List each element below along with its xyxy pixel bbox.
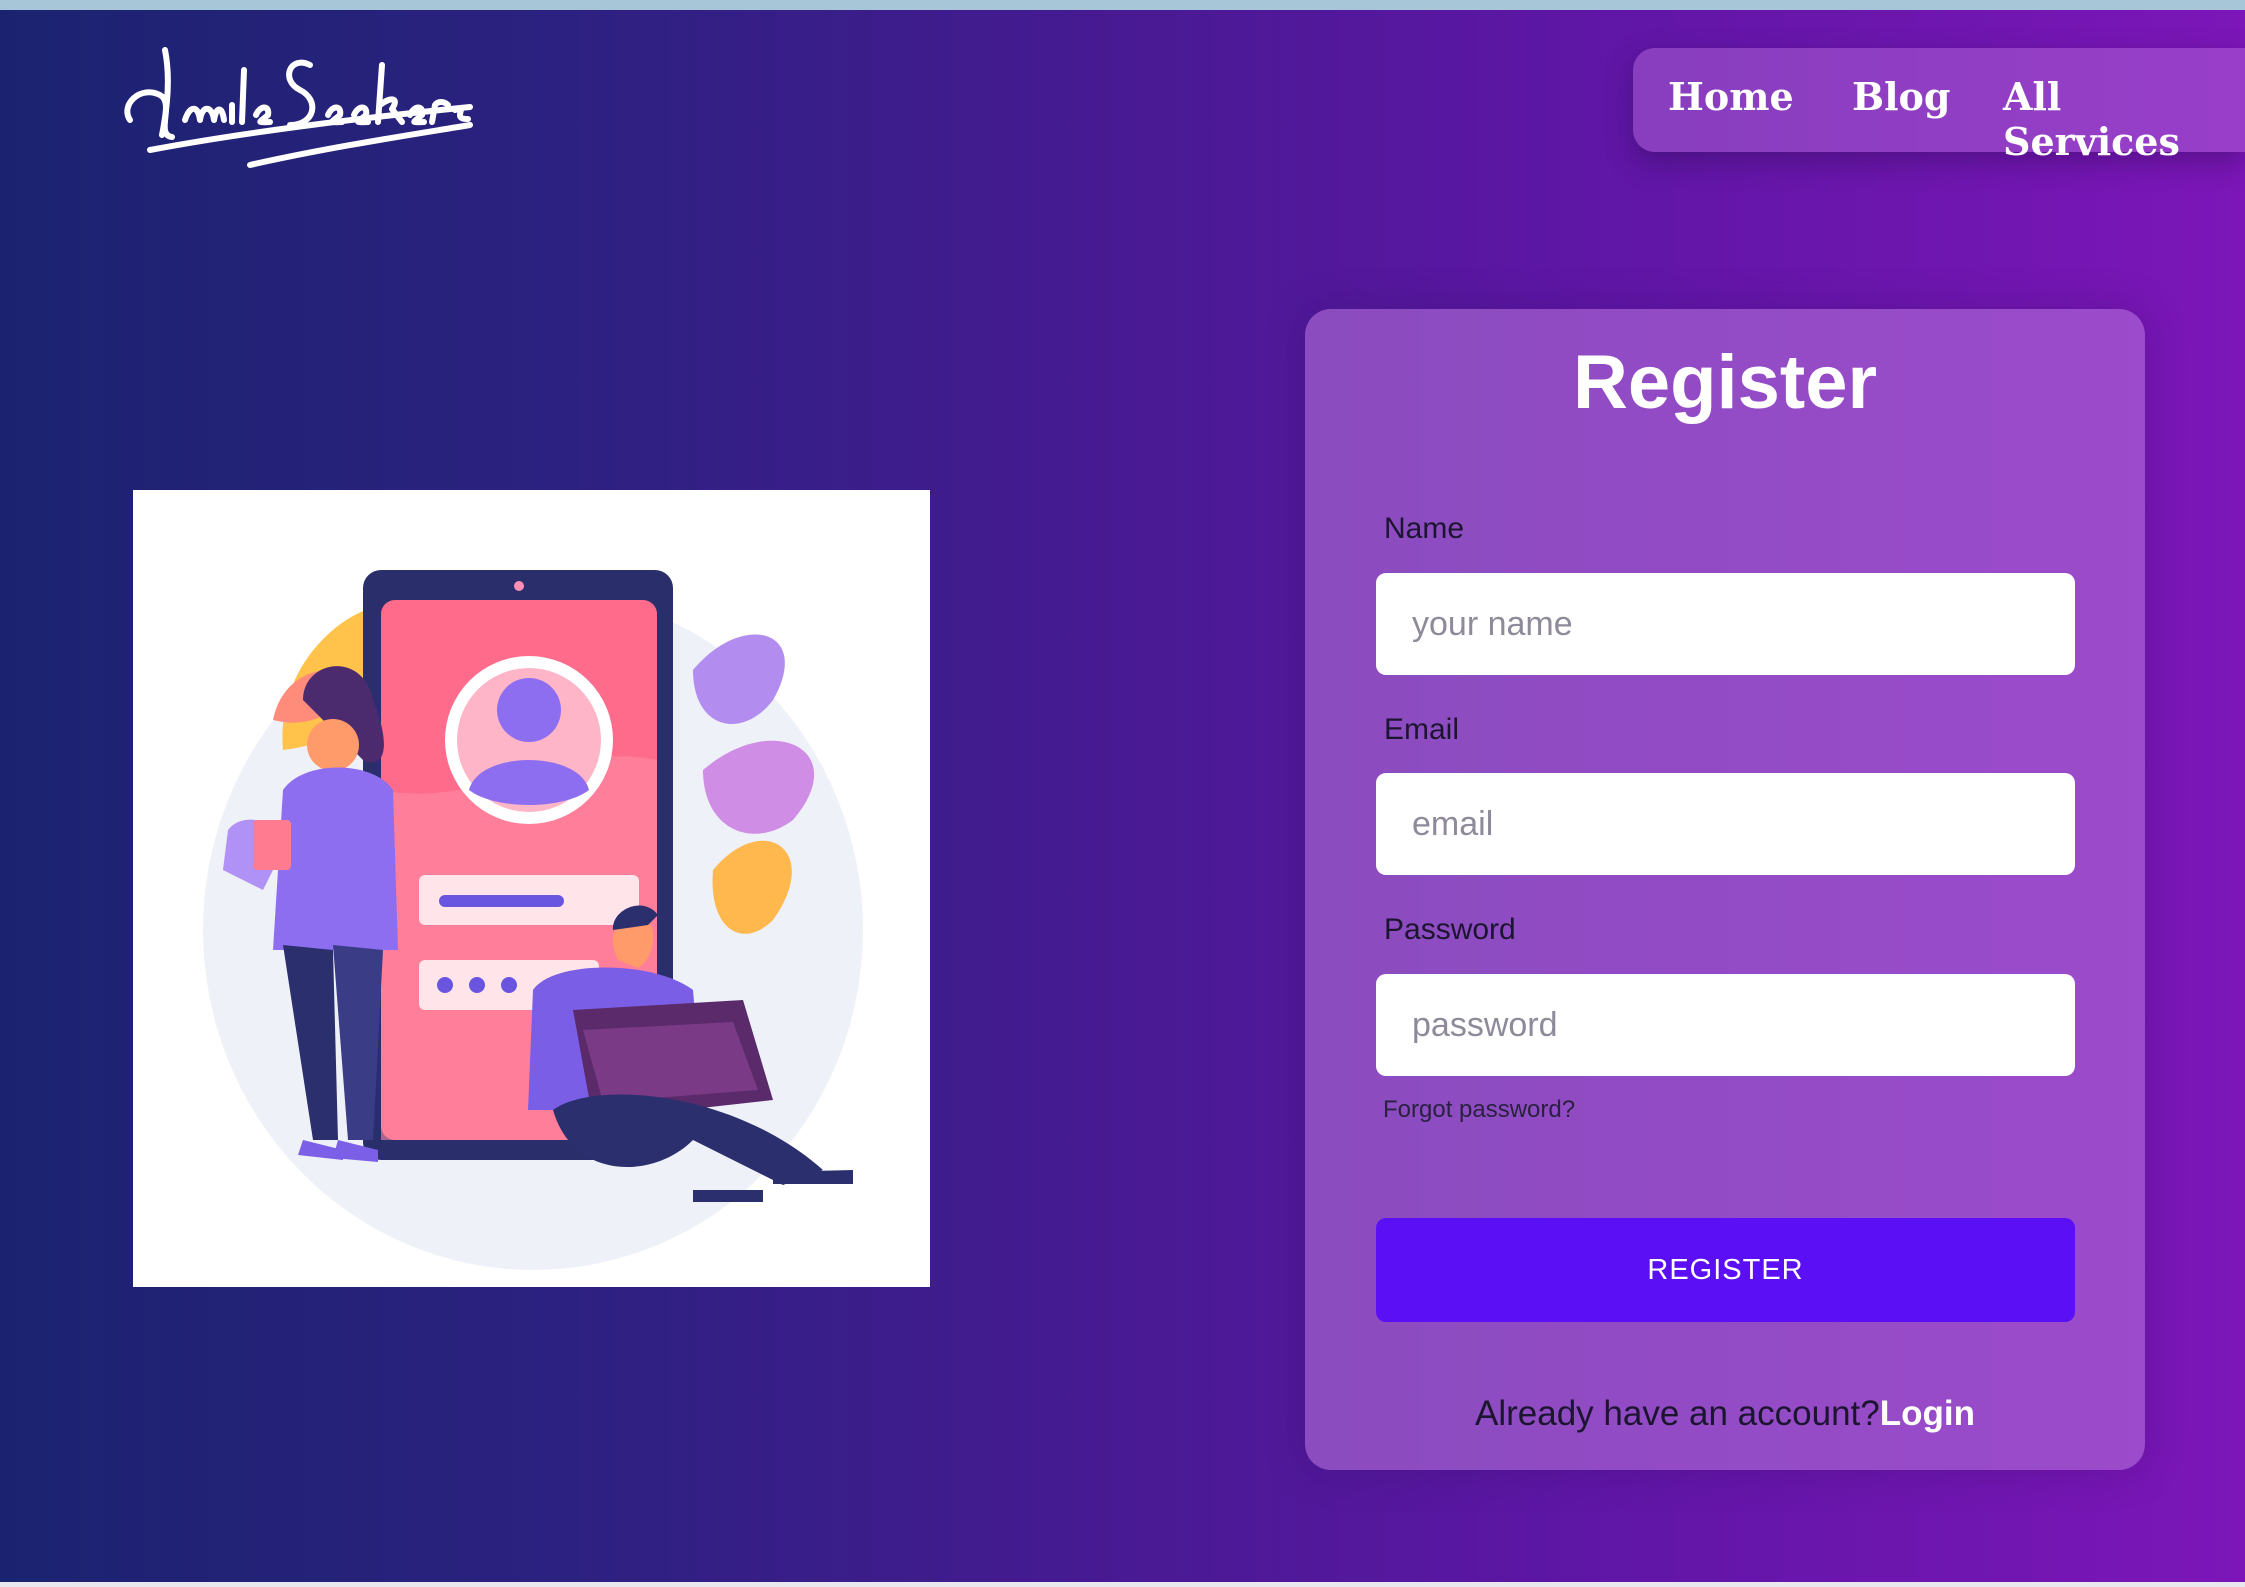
register-button[interactable]: REGISTER — [1376, 1218, 2075, 1322]
window-top-border — [0, 0, 2245, 10]
login-prompt-text: Already have an account? — [1475, 1394, 1880, 1433]
window-bottom-border — [0, 1582, 2245, 1587]
register-card: Register Name Email Password Forgot pass… — [1305, 309, 2145, 1470]
phone-login-illustration-icon — [203, 570, 863, 1270]
forgot-password-link[interactable]: Forgot password? — [1383, 1096, 1575, 1124]
password-label: Password — [1384, 913, 1516, 946]
site-logo[interactable] — [110, 25, 510, 185]
nav-blog-link[interactable]: Blog — [1852, 74, 1950, 119]
main-nav: Home Blog All Services — [1633, 48, 2245, 164]
password-input[interactable] — [1376, 974, 2075, 1076]
name-input[interactable] — [1376, 573, 2075, 675]
nav-all-services-link[interactable]: All Services — [2003, 74, 2245, 164]
name-label: Name — [1384, 512, 1465, 545]
nav-home-link[interactable]: Home — [1668, 74, 1794, 119]
register-illustration — [133, 490, 930, 1287]
login-prompt: Already have an account?Login — [1305, 1394, 2145, 1434]
login-link[interactable]: Login — [1880, 1394, 1975, 1433]
register-title: Register — [1572, 340, 1878, 425]
email-input[interactable] — [1376, 773, 2075, 875]
email-label: Email — [1384, 713, 1460, 746]
logo-script-icon — [124, 47, 473, 168]
